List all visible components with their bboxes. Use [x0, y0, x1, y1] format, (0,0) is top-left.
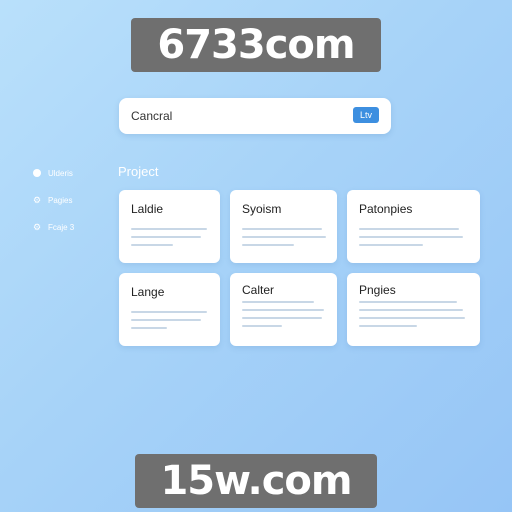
- card-title: Lange: [131, 285, 165, 299]
- card-text-line: [242, 228, 322, 230]
- card-text-line: [359, 325, 417, 327]
- card-title: Laldie: [131, 202, 164, 216]
- section-title: Project: [118, 164, 159, 179]
- card-text-line: [242, 236, 326, 238]
- sidebar-item-label: Fcaje 3: [48, 222, 75, 232]
- sidebar: Ulderis ⚙ Pagies ⚙ Fcaje 3: [32, 166, 74, 247]
- watermark-top: 6733com: [131, 18, 381, 72]
- card-text-line: [242, 244, 294, 246]
- search-bar[interactable]: Cancral Ltv: [119, 98, 391, 134]
- card-text-line: [359, 244, 423, 246]
- search-input-value[interactable]: Cancral: [131, 109, 172, 123]
- project-card[interactable]: Lange: [119, 273, 220, 346]
- card-text-line: [242, 301, 314, 303]
- sidebar-item-fcaje[interactable]: ⚙ Fcaje 3: [32, 220, 74, 234]
- card-text-line: [131, 244, 173, 246]
- sidebar-item-label: Ulderis: [48, 168, 73, 178]
- sidebar-item-pagies[interactable]: ⚙ Pagies: [32, 193, 74, 207]
- project-card[interactable]: Patonpies: [347, 190, 480, 263]
- card-text-line: [359, 301, 457, 303]
- project-card[interactable]: Laldie: [119, 190, 220, 263]
- watermark-bottom: 15w.com: [135, 454, 377, 508]
- gear-icon: ⚙: [32, 194, 42, 205]
- settings-icon: ⚙: [32, 221, 42, 232]
- card-text-line: [131, 319, 201, 321]
- card-text-line: [131, 311, 207, 313]
- circle-icon: [32, 168, 42, 178]
- card-text-line: [359, 228, 459, 230]
- card-text-line: [131, 236, 201, 238]
- card-text-line: [359, 317, 465, 319]
- sidebar-item-ulderis[interactable]: Ulderis: [32, 166, 74, 180]
- card-title: Calter: [242, 283, 275, 297]
- project-card[interactable]: Pngies: [347, 273, 480, 346]
- card-text-line: [131, 327, 167, 329]
- card-title: Syoism: [242, 202, 282, 216]
- card-text-line: [242, 317, 322, 319]
- card-title: Patonpies: [359, 202, 413, 216]
- search-button[interactable]: Ltv: [353, 107, 379, 123]
- project-card[interactable]: Syoism: [230, 190, 337, 263]
- card-text-line: [242, 325, 282, 327]
- card-text-line: [359, 236, 463, 238]
- project-card[interactable]: Calter: [230, 273, 337, 346]
- card-title: Pngies: [359, 283, 396, 297]
- sidebar-item-label: Pagies: [48, 195, 73, 205]
- card-text-line: [242, 309, 324, 311]
- card-text-line: [131, 228, 207, 230]
- card-text-line: [359, 309, 463, 311]
